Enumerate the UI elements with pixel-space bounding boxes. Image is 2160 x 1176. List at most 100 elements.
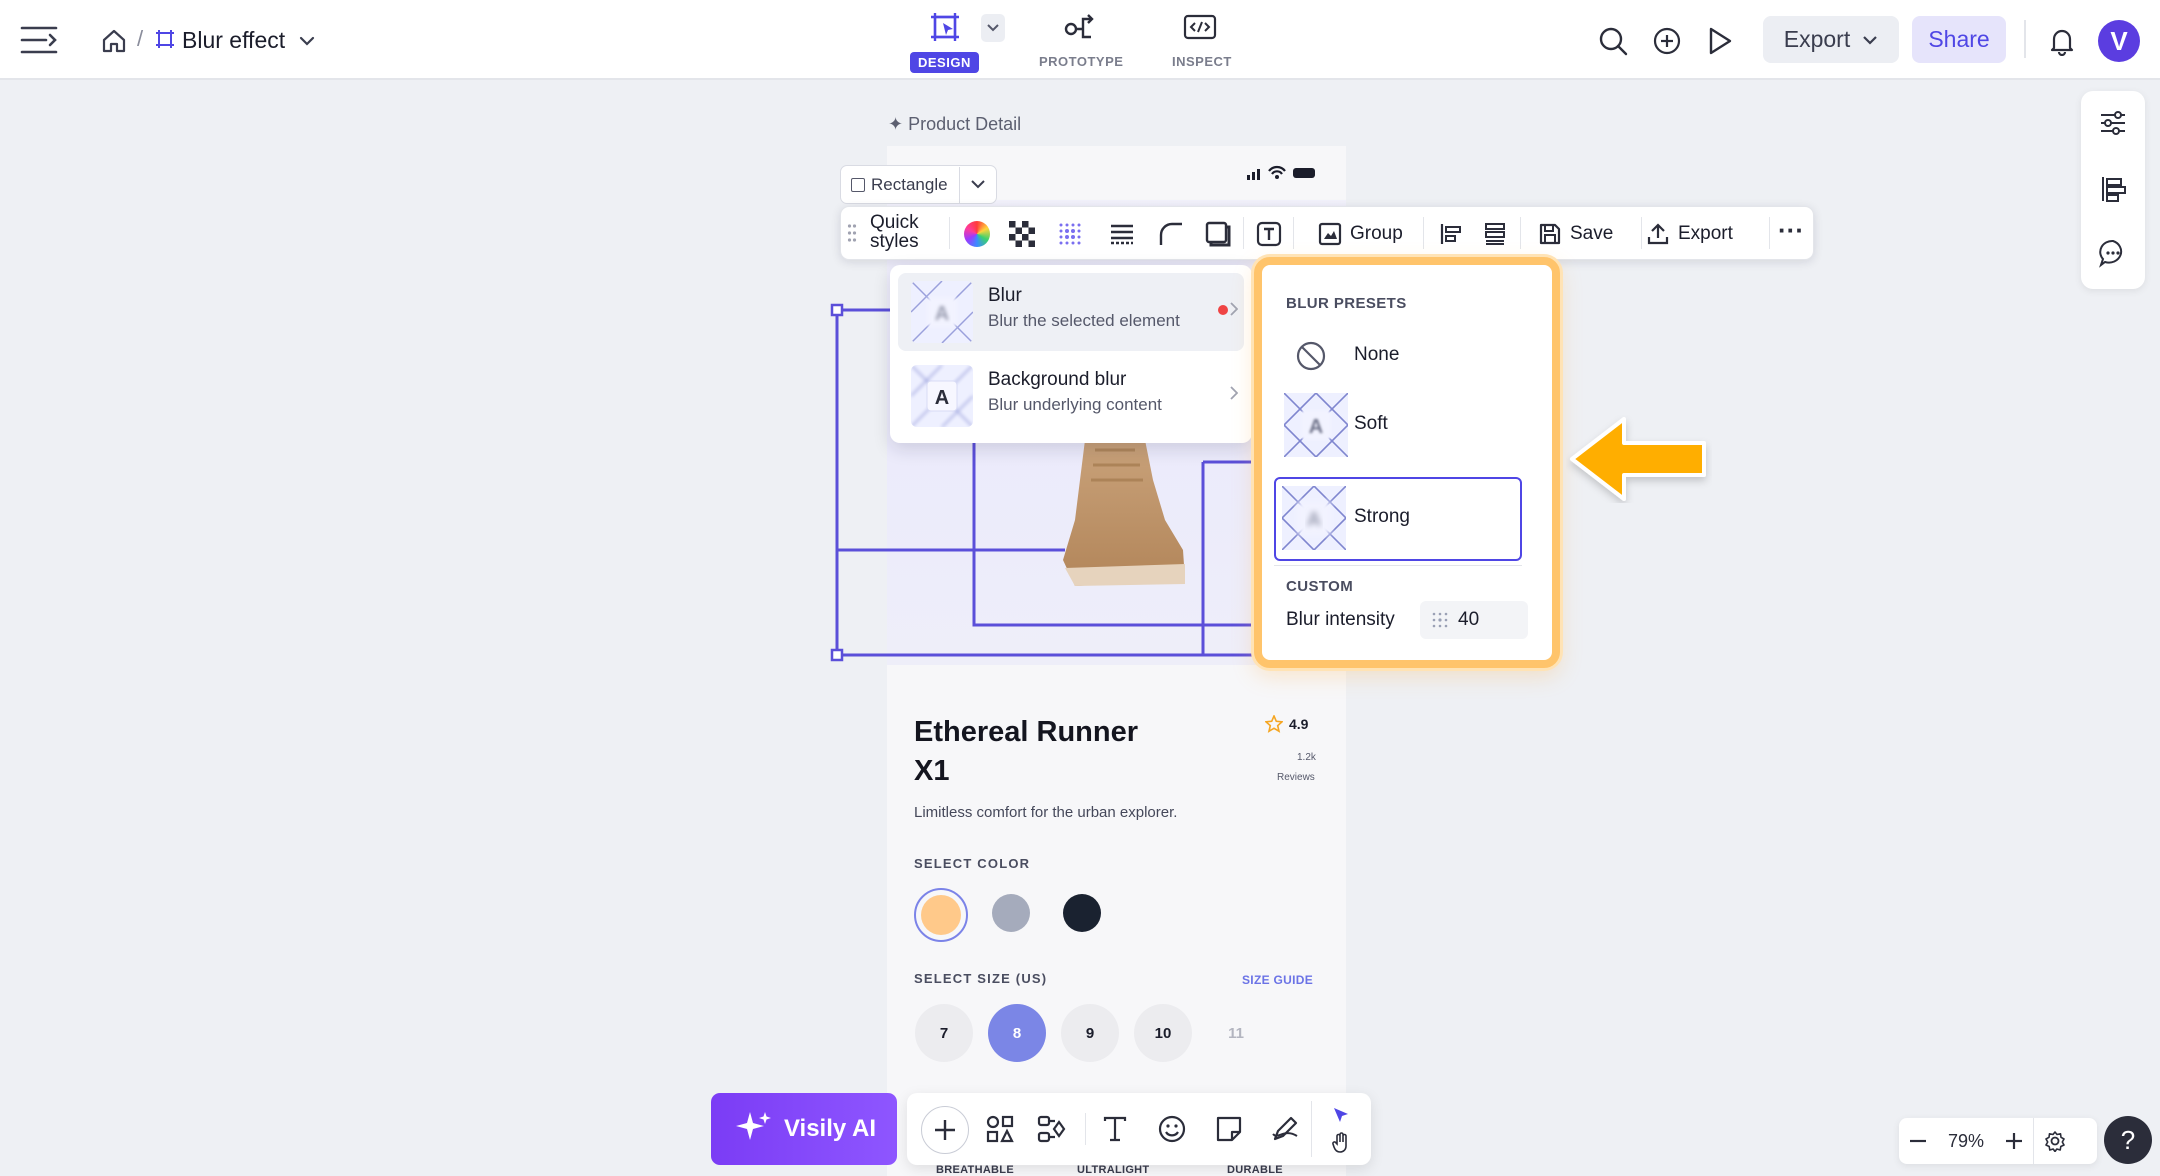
svg-text:A: A	[1309, 416, 1323, 438]
divider	[2024, 20, 2026, 58]
preset-soft-label: Soft	[1354, 413, 1388, 434]
share-button[interactable]: Share	[1912, 16, 2006, 63]
properties-sliders-icon[interactable]	[2095, 105, 2131, 141]
export-button-label: Export	[1783, 26, 1851, 52]
divider	[1243, 217, 1244, 249]
quick-styles-button[interactable]: Quick styles	[870, 213, 940, 255]
zoom-level[interactable]: 79%	[1937, 1131, 1995, 1152]
color-swatch-peach[interactable]	[914, 888, 968, 942]
tab-prototype[interactable]: PROTOTYPE	[1033, 8, 1127, 74]
design-mode-dropdown[interactable]	[981, 14, 1005, 42]
home-icon[interactable]	[98, 25, 130, 57]
search-icon[interactable]	[1596, 24, 1630, 58]
size-guide-link[interactable]: SIZE GUIDE	[1242, 973, 1313, 987]
blur-intensity-input[interactable]: 40	[1420, 601, 1528, 639]
floating-toolbar: Quick styles Group Save Export ···	[840, 206, 1814, 260]
export-toolbar-label: Export	[1678, 223, 1733, 244]
divider	[1641, 217, 1642, 249]
align-left-icon[interactable]	[1436, 219, 1466, 249]
chevron-down-icon[interactable]	[296, 30, 318, 52]
size-option-7[interactable]: 7	[915, 1004, 973, 1062]
text-tool-icon[interactable]	[1097, 1111, 1133, 1147]
zoom-controls: 79%	[1899, 1118, 2097, 1164]
chevron-right-icon	[1230, 302, 1238, 316]
divider	[1274, 565, 1522, 566]
export-button[interactable]: Export	[1763, 16, 1899, 63]
status-bar	[1245, 163, 1325, 183]
tab-design-label: DESIGN	[910, 52, 979, 73]
zoom-in-icon[interactable]	[1995, 1118, 2033, 1164]
save-button[interactable]: Save	[1538, 219, 1613, 249]
components-icon[interactable]	[1035, 1111, 1071, 1147]
visily-ai-button[interactable]: Visily AI	[711, 1093, 897, 1165]
menu-item-background-blur-desc: Blur underlying content	[988, 395, 1162, 414]
shapes-icon[interactable]	[982, 1111, 1018, 1147]
shadow-icon[interactable]	[1203, 219, 1233, 249]
blur-presets-header: BLUR PRESETS	[1286, 295, 1407, 312]
fill-color-icon[interactable]	[962, 219, 992, 249]
layers-icon[interactable]	[2095, 171, 2131, 207]
group-button[interactable]: Group	[1318, 219, 1403, 249]
preset-none[interactable]: None	[1280, 325, 1524, 387]
line-style-icon[interactable]	[1107, 219, 1137, 249]
tab-inspect[interactable]: INSPECT	[1160, 8, 1242, 74]
rating: 4.9	[1265, 715, 1308, 733]
blur-effect-icon[interactable]	[1055, 219, 1085, 249]
menu-icon[interactable]	[18, 20, 60, 60]
status-dot	[1218, 305, 1228, 315]
svg-text:A: A	[935, 303, 949, 325]
divider	[1520, 217, 1521, 249]
divider	[1423, 217, 1424, 249]
help-button[interactable]: ?	[2104, 1116, 2152, 1164]
size-option-11[interactable]: 11	[1207, 1004, 1265, 1062]
sticky-note-icon[interactable]	[1211, 1111, 1247, 1147]
add-element-icon[interactable]	[921, 1106, 969, 1154]
size-option-8[interactable]: 8	[988, 1004, 1046, 1062]
menu-item-background-blur[interactable]: A Background blur Blur underlying conten…	[898, 357, 1244, 435]
group-icon	[1318, 222, 1342, 246]
element-type-chip[interactable]: Rectangle	[840, 165, 997, 204]
file-title[interactable]: Blur effect	[182, 27, 285, 54]
add-circle-icon[interactable]	[1650, 24, 1684, 58]
settings-gear-icon[interactable]	[2033, 1118, 2076, 1164]
design-icon	[928, 10, 962, 44]
hand-tool-icon[interactable]	[1329, 1131, 1353, 1155]
feature-label: ULTRALIGHT	[1077, 1164, 1150, 1176]
blur-dots-icon	[1432, 612, 1448, 628]
size-option-9[interactable]: 9	[1061, 1004, 1119, 1062]
breadcrumb-separator: /	[137, 26, 144, 51]
no-symbol-icon	[1294, 339, 1328, 373]
corner-radius-icon[interactable]	[1156, 219, 1186, 249]
sparkle-icon	[735, 1112, 771, 1140]
distribute-icon[interactable]	[1480, 219, 1510, 249]
bell-icon[interactable]	[2046, 24, 2078, 58]
drag-handle-icon[interactable]	[845, 221, 859, 245]
opacity-checker-icon[interactable]	[1007, 219, 1037, 249]
more-options-button[interactable]: ···	[1776, 217, 1806, 247]
text-frame-icon[interactable]	[1254, 219, 1284, 249]
rectangle-icon	[851, 177, 865, 192]
divider	[1293, 217, 1294, 249]
pen-tool-icon[interactable]	[1267, 1111, 1303, 1147]
tab-prototype-label: PROTOTYPE	[1039, 54, 1124, 69]
blur-presets-panel: BLUR PRESETS None A Soft A Strong CUSTOM…	[1254, 257, 1560, 668]
play-icon[interactable]	[1703, 24, 1737, 58]
artboard-label[interactable]: ✦ Product Detail	[888, 114, 1021, 135]
export-icon	[1647, 223, 1669, 245]
size-option-10[interactable]: 10	[1134, 1004, 1192, 1062]
preset-strong[interactable]: A Strong	[1274, 477, 1522, 561]
feature-label: DURABLE	[1227, 1164, 1283, 1176]
comment-icon[interactable]	[2095, 235, 2131, 271]
export-toolbar-button[interactable]: Export	[1646, 219, 1733, 249]
right-side-panel	[2081, 91, 2145, 289]
preset-soft[interactable]: A Soft	[1280, 389, 1524, 463]
chevron-down-icon[interactable]	[959, 166, 996, 203]
select-cursor-icon[interactable]	[1329, 1103, 1353, 1127]
zoom-out-icon[interactable]	[1899, 1118, 1937, 1164]
menu-item-blur[interactable]: A Blur Blur the selected element	[898, 273, 1244, 351]
color-swatch-gray[interactable]	[992, 894, 1030, 932]
color-swatch-dark[interactable]	[1063, 894, 1101, 932]
avatar[interactable]: V	[2098, 20, 2140, 62]
tab-design[interactable]: DESIGN	[908, 8, 980, 74]
emoji-icon[interactable]	[1154, 1111, 1190, 1147]
